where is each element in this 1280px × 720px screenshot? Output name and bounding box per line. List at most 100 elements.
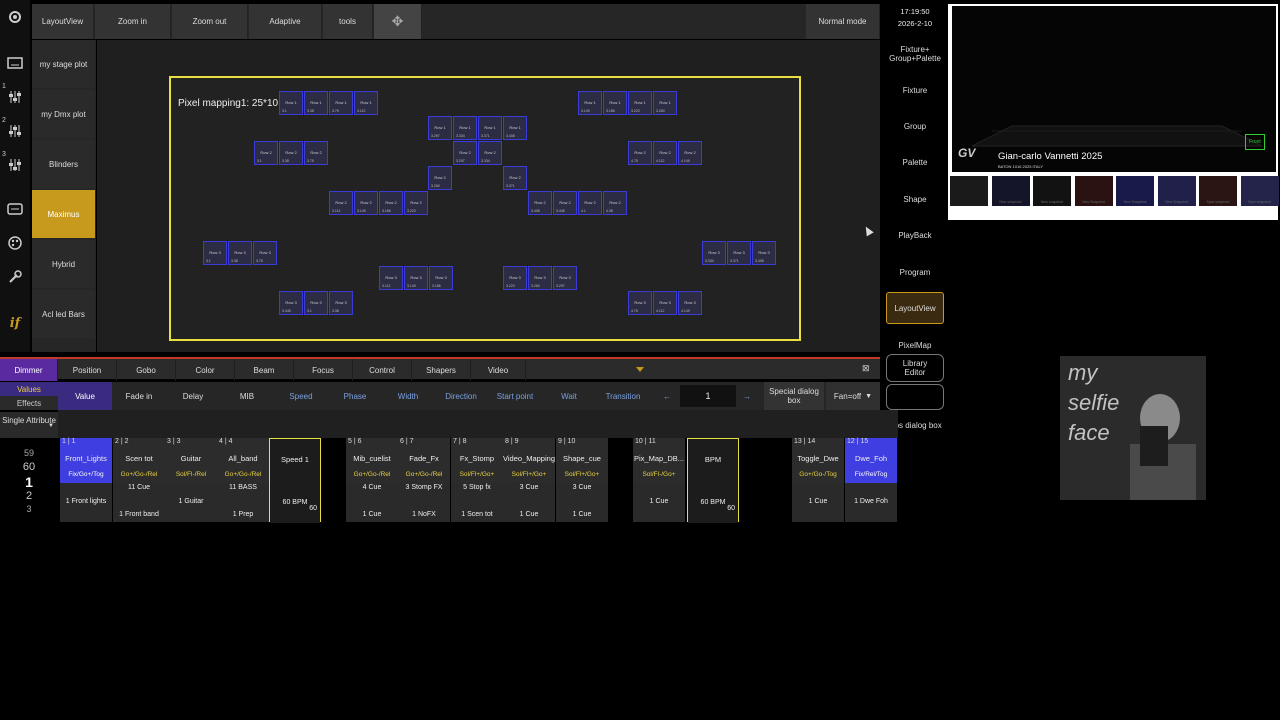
- menu-fixture[interactable]: Fixture: [886, 74, 944, 106]
- fixture-cell[interactable]: Row 2 4.149: [678, 141, 702, 165]
- param-fade-in[interactable]: Fade in: [112, 382, 166, 410]
- layout-item-stage-plot[interactable]: my stage plot: [32, 40, 95, 88]
- effects-tab[interactable]: Effects: [0, 396, 58, 410]
- menu-shape[interactable]: Shape: [886, 183, 944, 215]
- fixture-cell[interactable]: Row 3 3.149: [404, 266, 428, 290]
- tab-color[interactable]: Color: [176, 359, 235, 381]
- fixture-cell[interactable]: Row 2 3.445: [553, 191, 577, 215]
- param-direction[interactable]: Direction: [434, 382, 488, 410]
- display-icon[interactable]: [4, 198, 26, 220]
- fixture-cell[interactable]: Row 1 3.38: [304, 91, 328, 115]
- playback-column[interactable]: 2 | 2 Scen tot Go+/Go-/Rel 11 Cue 1 Front ba…: [113, 438, 165, 522]
- fixture-cell[interactable]: Row 3 3.75: [253, 241, 277, 265]
- prev-page-arrow-icon[interactable]: ←: [654, 382, 680, 410]
- fixture-cell[interactable]: Row 1 3.334: [453, 116, 477, 140]
- fixture-cell[interactable]: Row 3 3.1: [203, 241, 227, 265]
- menu-blank-button[interactable]: [886, 384, 944, 410]
- fixture-cell[interactable]: Row 2 3.112: [329, 191, 353, 215]
- param-speed[interactable]: Speed: [274, 382, 328, 410]
- menu-program[interactable]: Program: [886, 256, 944, 288]
- layout-item-blinders[interactable]: Blinders: [32, 140, 95, 188]
- layoutview-button[interactable]: LayoutView: [32, 4, 94, 39]
- playback-column[interactable]: 8 | 9 Video_Mapping Sol/Fl+/Go+ 3 Cue 1 Cue: [503, 438, 555, 522]
- fixture-cell[interactable]: Row 1 3.149: [578, 91, 602, 115]
- fixture-cell[interactable]: Row 2 4.38: [603, 191, 627, 215]
- palette-icon[interactable]: [4, 232, 26, 254]
- fixture-cell[interactable]: Row 3 3.38: [329, 291, 353, 315]
- fixture-cell[interactable]: Row 3 3.297: [553, 266, 577, 290]
- tab-focus[interactable]: Focus: [294, 359, 353, 381]
- fixture-cell[interactable]: Row 3 3.38: [228, 241, 252, 265]
- tab-dimmer[interactable]: Dimmer: [0, 359, 58, 381]
- fixture-cell[interactable]: Row 2 3.260: [428, 166, 452, 190]
- fixture-cell[interactable]: Row 3 3.112: [379, 266, 403, 290]
- menu-palette[interactable]: Palette: [886, 146, 944, 178]
- value-1-current[interactable]: 1: [0, 474, 58, 490]
- playback-column[interactable]: 5 | 6 Mib_cuelist Go+/Go-/Rel 4 Cue 1 Cue: [346, 438, 398, 522]
- fixture-cell[interactable]: Row 2 3.223: [404, 191, 428, 215]
- param-width[interactable]: Width: [382, 382, 434, 410]
- playback-column[interactable]: 1 | 1 Front_Lights Fix/Go+/Tog 1 Front ligh…: [60, 438, 112, 522]
- tabs-dropdown-icon[interactable]: [630, 359, 650, 381]
- fixture-cell[interactable]: Row 1 3.223: [628, 91, 652, 115]
- playback-column[interactable]: BPM 60 BPM 60: [687, 438, 739, 523]
- special-dialog-box-button[interactable]: Special dialog box: [764, 382, 824, 410]
- layout-item-hybrid[interactable]: Hybrid: [32, 240, 95, 288]
- menu-layoutview[interactable]: LayoutView: [886, 292, 944, 324]
- fixture-cell[interactable]: Row 1 3.1: [279, 91, 303, 115]
- tab-shapers[interactable]: Shapers: [412, 359, 471, 381]
- fixture-cell[interactable]: Row 2 3.1: [254, 141, 278, 165]
- normal-mode-button[interactable]: Normal mode: [806, 4, 880, 39]
- snapshot-thumbnail[interactable]: [950, 176, 988, 206]
- layout-item-acl-led-bars[interactable]: Acl led Bars: [32, 290, 95, 338]
- fixture-cell[interactable]: Row 2 4.75: [628, 141, 652, 165]
- fixture-cell[interactable]: Row 1 3.371: [478, 116, 502, 140]
- param-wait[interactable]: Wait: [542, 382, 596, 410]
- fader-bank-2-icon[interactable]: 2: [2, 117, 26, 142]
- layout-item-maximus[interactable]: Maximus: [32, 190, 95, 238]
- fixture-cell[interactable]: Row 3 3.260: [528, 266, 552, 290]
- param-mib[interactable]: MIB: [220, 382, 274, 410]
- fixture-cell[interactable]: Row 1 3.408: [503, 116, 527, 140]
- fixture-cell[interactable]: Row 3 3.334: [702, 241, 726, 265]
- fixture-cell[interactable]: Row 3 4.75: [628, 291, 652, 315]
- fixture-cell[interactable]: Row 2 3.297: [453, 141, 477, 165]
- settings-gear-icon[interactable]: [4, 6, 26, 28]
- tab-position[interactable]: Position: [58, 359, 117, 381]
- page-number[interactable]: 1: [680, 385, 736, 407]
- playback-column[interactable]: 9 | 10Shape_cueSol/Fl+/Go+3 Cue1 CueBPM: [556, 438, 608, 522]
- fixture-cell[interactable]: Row 2 4.112: [653, 141, 677, 165]
- fixture-cell[interactable]: Row 2 3.334: [478, 141, 502, 165]
- param-delay[interactable]: Delay: [166, 382, 220, 410]
- menu-group[interactable]: Group: [886, 110, 944, 142]
- move-tool-button[interactable]: ✥: [374, 4, 422, 39]
- wrench-icon[interactable]: [4, 266, 26, 288]
- fixture-cell[interactable]: Row 3 3.1: [304, 291, 328, 315]
- param-start-point[interactable]: Start point: [488, 382, 542, 410]
- fixture-cell[interactable]: Row 2 4.1: [578, 191, 602, 215]
- fixture-cell[interactable]: Row 2 3.371: [503, 166, 527, 190]
- fixture-cell[interactable]: Row 1 3.297: [428, 116, 452, 140]
- menu-playback[interactable]: PlayBack: [886, 219, 944, 251]
- fixture-cell[interactable]: Row 1 3.186: [603, 91, 627, 115]
- layout-item-dmx-plot[interactable]: my Dmx plot: [32, 90, 95, 138]
- fixture-cell[interactable]: Row 2 3.186: [379, 191, 403, 215]
- tab-video[interactable]: Video: [471, 359, 526, 381]
- playback-column[interactable]: 7 | 8 Fx_Stomp Sol/Fl+/Go+ 5 Stop fx 1 Scen …: [451, 438, 503, 522]
- values-tab[interactable]: Values: [0, 382, 58, 396]
- front-badge[interactable]: Front: [1245, 134, 1265, 150]
- menu-library-editor[interactable]: Library Editor: [886, 354, 944, 382]
- playback-column[interactable]: Speed 1 60 BPM 60: [269, 438, 321, 523]
- param-transition[interactable]: Transition: [596, 382, 650, 410]
- fixture-cell[interactable]: Row 3 4.149: [678, 291, 702, 315]
- fixture-cell[interactable]: Row 2 3.408: [528, 191, 552, 215]
- next-page-arrow-icon[interactable]: →: [734, 382, 760, 410]
- zoom-out-button[interactable]: Zoom out: [172, 4, 248, 39]
- if-logo-icon[interactable]: if: [4, 312, 26, 334]
- fan-dropdown[interactable]: Fan=off ▼: [826, 382, 880, 410]
- fader-bank-3-icon[interactable]: 3: [2, 151, 26, 176]
- close-icon[interactable]: ⊠: [862, 363, 870, 374]
- playback-column[interactable]: 10 | 11Pix_Map_DB...Sol/Fl-/Go+1 CueBPM: [633, 438, 685, 522]
- fixture-cell[interactable]: Row 1 3.260: [653, 91, 677, 115]
- fixture-cell[interactable]: Row 3 3.408: [752, 241, 776, 265]
